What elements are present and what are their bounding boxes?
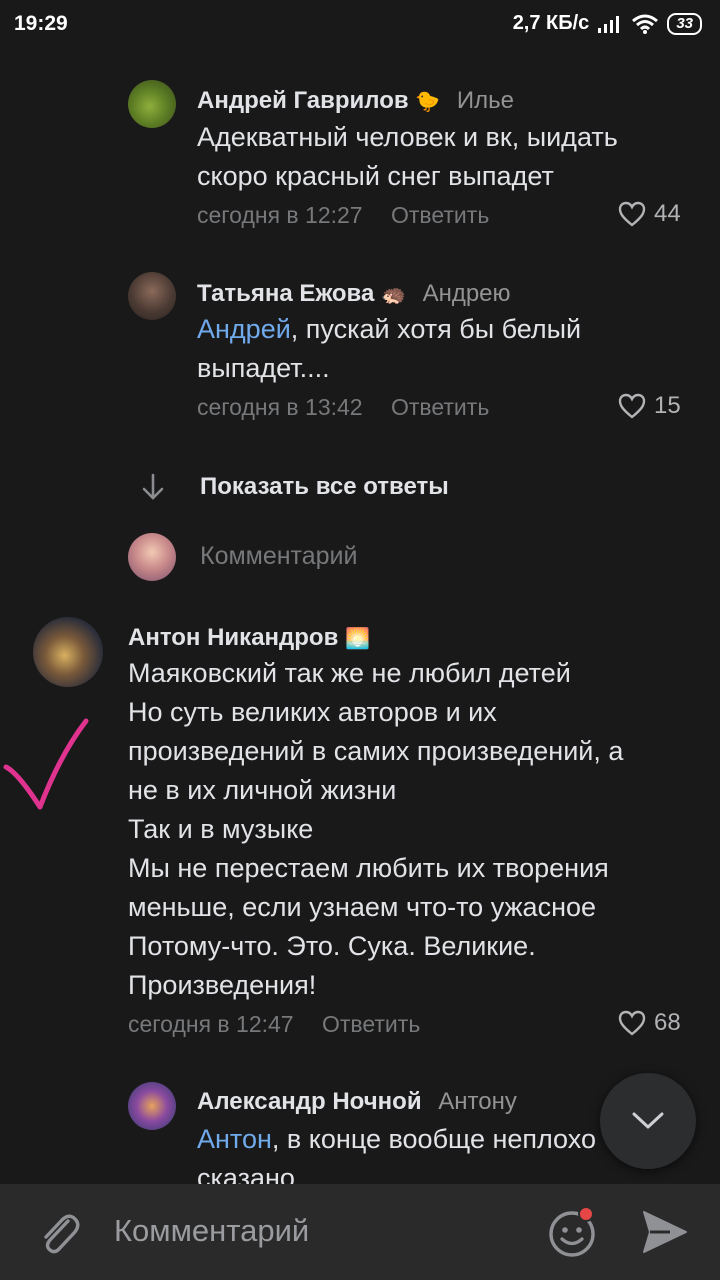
show-all-replies-button[interactable]: Показать все ответы [140, 472, 449, 502]
comment-meta: сегодня в 12:27 Ответить [197, 202, 489, 229]
reply-to-label[interactable]: Антону [438, 1088, 517, 1115]
heart-icon [618, 1010, 646, 1036]
reply-button[interactable]: Ответить [391, 394, 489, 420]
comment-meta: сегодня в 12:47 Ответить [128, 1011, 420, 1038]
comment-text-line: произведений в самих произведений, а [128, 736, 624, 766]
mention-link[interactable]: Андрей [197, 314, 291, 344]
comment-text: Маяковский так же не любил детей Но суть… [128, 654, 708, 1005]
reply-button[interactable]: Ответить [391, 202, 489, 228]
network-speed: 2,7 КБ/с [512, 12, 590, 34]
comment-text-line: Маяковский так же не любил детей [128, 658, 571, 688]
my-avatar [128, 533, 176, 581]
avatar[interactable] [128, 272, 176, 320]
like-count: 68 [654, 1009, 681, 1036]
like-button[interactable]: 44 [618, 200, 681, 228]
author-emoji: 🐤 [415, 91, 441, 113]
comment-author[interactable]: Александр Ночной Антону [197, 1088, 517, 1116]
author-name[interactable]: Александр Ночной [197, 1088, 422, 1115]
checkmark-annotation [3, 718, 89, 810]
comment-composer [0, 1184, 720, 1280]
author-emoji: 🌅 [345, 628, 370, 650]
like-count: 44 [654, 200, 681, 227]
comment-text-rest: , в конце вообще неплохо [271, 1124, 596, 1154]
avatar[interactable] [128, 80, 176, 128]
comment-text-line: скоро красный снег выпадет [197, 161, 554, 191]
comment-text-line: Так и в музыке [128, 814, 314, 844]
reply-to-label[interactable]: Андрею [423, 280, 511, 307]
comment-text-rest: , пускай хотя бы белый [290, 314, 582, 344]
comment-text-line: Адекватный человек и вк, ыидать [197, 122, 618, 152]
comment-input[interactable]: Комментарий [114, 1213, 309, 1249]
avatar[interactable] [128, 1082, 176, 1130]
comment-text-line: выпадет.... [197, 353, 330, 383]
battery-indicator: 33 [667, 12, 702, 35]
attach-icon[interactable] [34, 1207, 82, 1259]
comment-text-line: Потому-что. Это. Сука. Великие. [128, 931, 536, 961]
send-icon[interactable] [640, 1208, 690, 1256]
like-button[interactable]: 68 [618, 1009, 681, 1037]
heart-icon [618, 201, 646, 227]
comment-text-line: сказано [197, 1163, 295, 1184]
author-name[interactable]: Андрей Гаврилов [197, 87, 409, 114]
comment-meta: сегодня в 13:42 Ответить [197, 394, 489, 421]
reply-input[interactable]: Комментарий [200, 542, 357, 571]
mention-link[interactable]: Антон [197, 1124, 272, 1154]
reply-button[interactable]: Ответить [322, 1011, 420, 1037]
author-emoji: 🦔 [380, 284, 406, 306]
scroll-down-button[interactable] [600, 1073, 696, 1169]
comment-text-line: Андрей, пускай хотя бы белый [197, 310, 697, 349]
chevron-down-icon [632, 1112, 664, 1129]
arrow-down-icon [142, 473, 164, 500]
comment-author[interactable]: Татьяна Ежова 🦔 Андрею [197, 280, 511, 308]
comment-text-line: меньше, если узнаем что-то ужасное [128, 892, 597, 922]
comment-time: сегодня в 13:42 [197, 394, 363, 420]
show-all-replies-label: Показать все ответы [200, 473, 449, 500]
author-name[interactable]: Татьяна Ежова [197, 280, 374, 307]
like-button[interactable]: 15 [618, 392, 681, 420]
wifi-icon [632, 14, 659, 34]
heart-icon [618, 393, 646, 419]
like-count: 15 [654, 392, 681, 419]
comment-text: Адекватный человек и вк, ыидать скоро кр… [197, 118, 697, 196]
comment-author[interactable]: Антон Никандров 🌅 [128, 624, 370, 652]
status-time: 19:29 [14, 12, 68, 35]
signal-icon [598, 15, 620, 33]
comment-text-line: Произведения! [128, 970, 317, 1000]
comment-time: сегодня в 12:27 [197, 202, 363, 228]
comment-text: Андрей, пускай хотя бы белый выпадет.... [197, 310, 697, 388]
status-indicators: 2,7 КБ/с 33 [513, 12, 702, 35]
comment-time: сегодня в 12:47 [128, 1011, 294, 1037]
comment-author[interactable]: Андрей Гаврилов 🐤 Илье [197, 87, 514, 115]
comment-text-line: не в их личной жизни [128, 775, 397, 805]
reply-to-label[interactable]: Илье [457, 87, 514, 114]
comment-text-line: Мы не перестаем любить их творения [128, 853, 609, 883]
comment-text-line: Но суть великих авторов и их [128, 697, 497, 727]
author-name[interactable]: Антон Никандров [128, 624, 338, 651]
avatar[interactable] [33, 617, 103, 687]
emoji-icon[interactable] [546, 1204, 602, 1260]
